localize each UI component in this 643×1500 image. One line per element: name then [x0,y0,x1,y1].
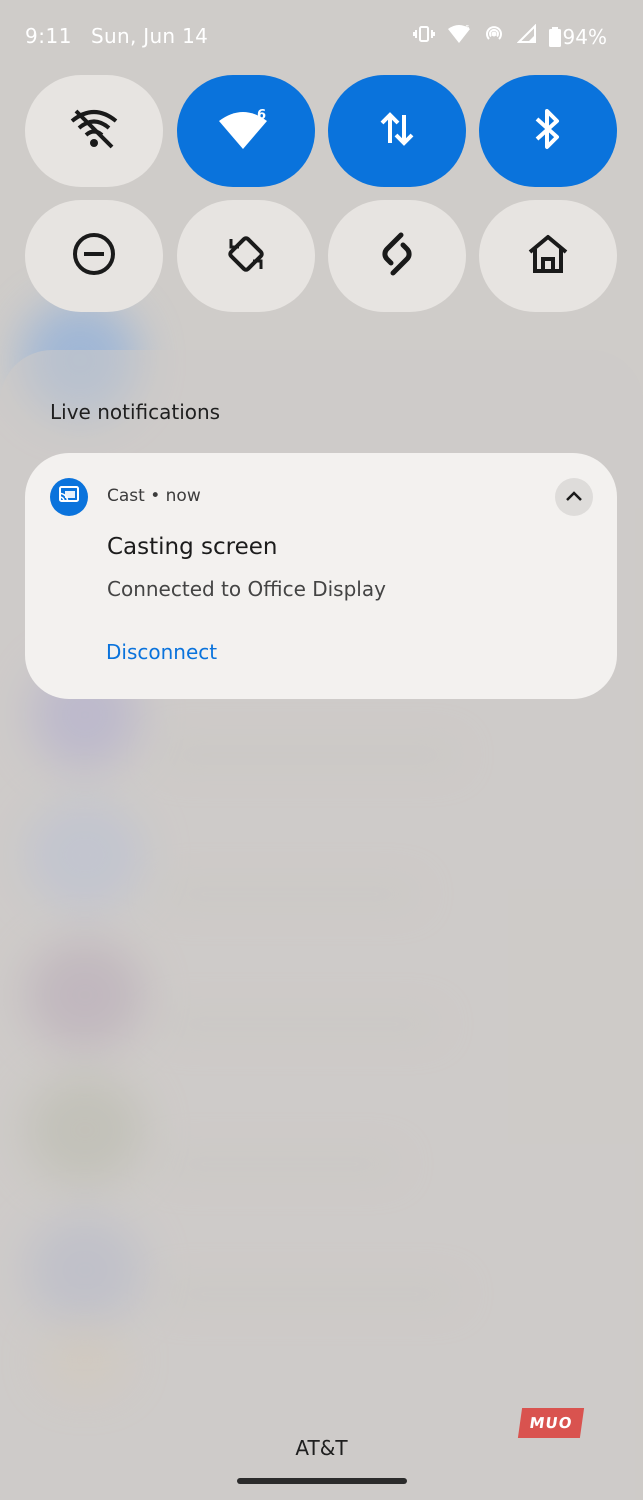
svg-text:6: 6 [465,24,470,32]
carrier-label: AT&T [295,1436,348,1460]
svg-text:6: 6 [257,108,266,123]
data-arrows-icon [379,109,415,153]
wifi-off-icon [68,107,120,155]
battery-icon: 94% [548,24,607,49]
collapse-button[interactable] [555,478,593,516]
bluetooth-tile[interactable] [479,75,617,187]
wifi-icon: 6 [447,24,471,49]
gesture-handle[interactable] [237,1478,407,1484]
vibrate-icon [412,24,435,49]
status-date: Sun, Jun 14 [91,24,209,48]
chevron-up-icon [564,488,584,507]
watermark-logo: MUO [517,1408,585,1438]
wifi-calling-tile[interactable] [25,75,163,187]
status-bar: 9:11 Sun, Jun 14 6 94% [0,0,643,75]
notification-title: Casting screen [107,534,278,560]
do-not-disturb-tile[interactable] [25,200,163,312]
mobile-data-tile[interactable] [328,75,466,187]
header-separator: • [150,486,161,506]
cast-icon [58,486,80,508]
app-name: Cast [107,486,145,506]
notification-text: Connected to Office Display [107,577,386,601]
disconnect-button[interactable]: Disconnect [106,640,217,664]
hotspot-icon [483,24,505,49]
bluetooth-icon [533,107,563,155]
dnd-icon [71,231,117,281]
rotate-icon [223,231,269,281]
wifi-6-icon: 6 [217,107,275,155]
section-title: Live notifications [50,400,221,424]
home-icon [526,232,570,280]
notification-time: now [165,486,201,506]
status-time: 9:11 [25,24,72,48]
status-icons: 6 94% [412,23,607,49]
shazam-tile[interactable] [328,200,466,312]
signal-icon [516,23,537,49]
home-tile[interactable] [479,200,617,312]
shazam-icon [375,229,419,283]
auto-rotate-tile[interactable] [177,200,315,312]
wifi-tile[interactable]: 6 [177,75,315,187]
cast-app-icon [50,478,88,516]
battery-percent: 94% [562,24,607,49]
notification-header: Cast • now [107,486,201,506]
